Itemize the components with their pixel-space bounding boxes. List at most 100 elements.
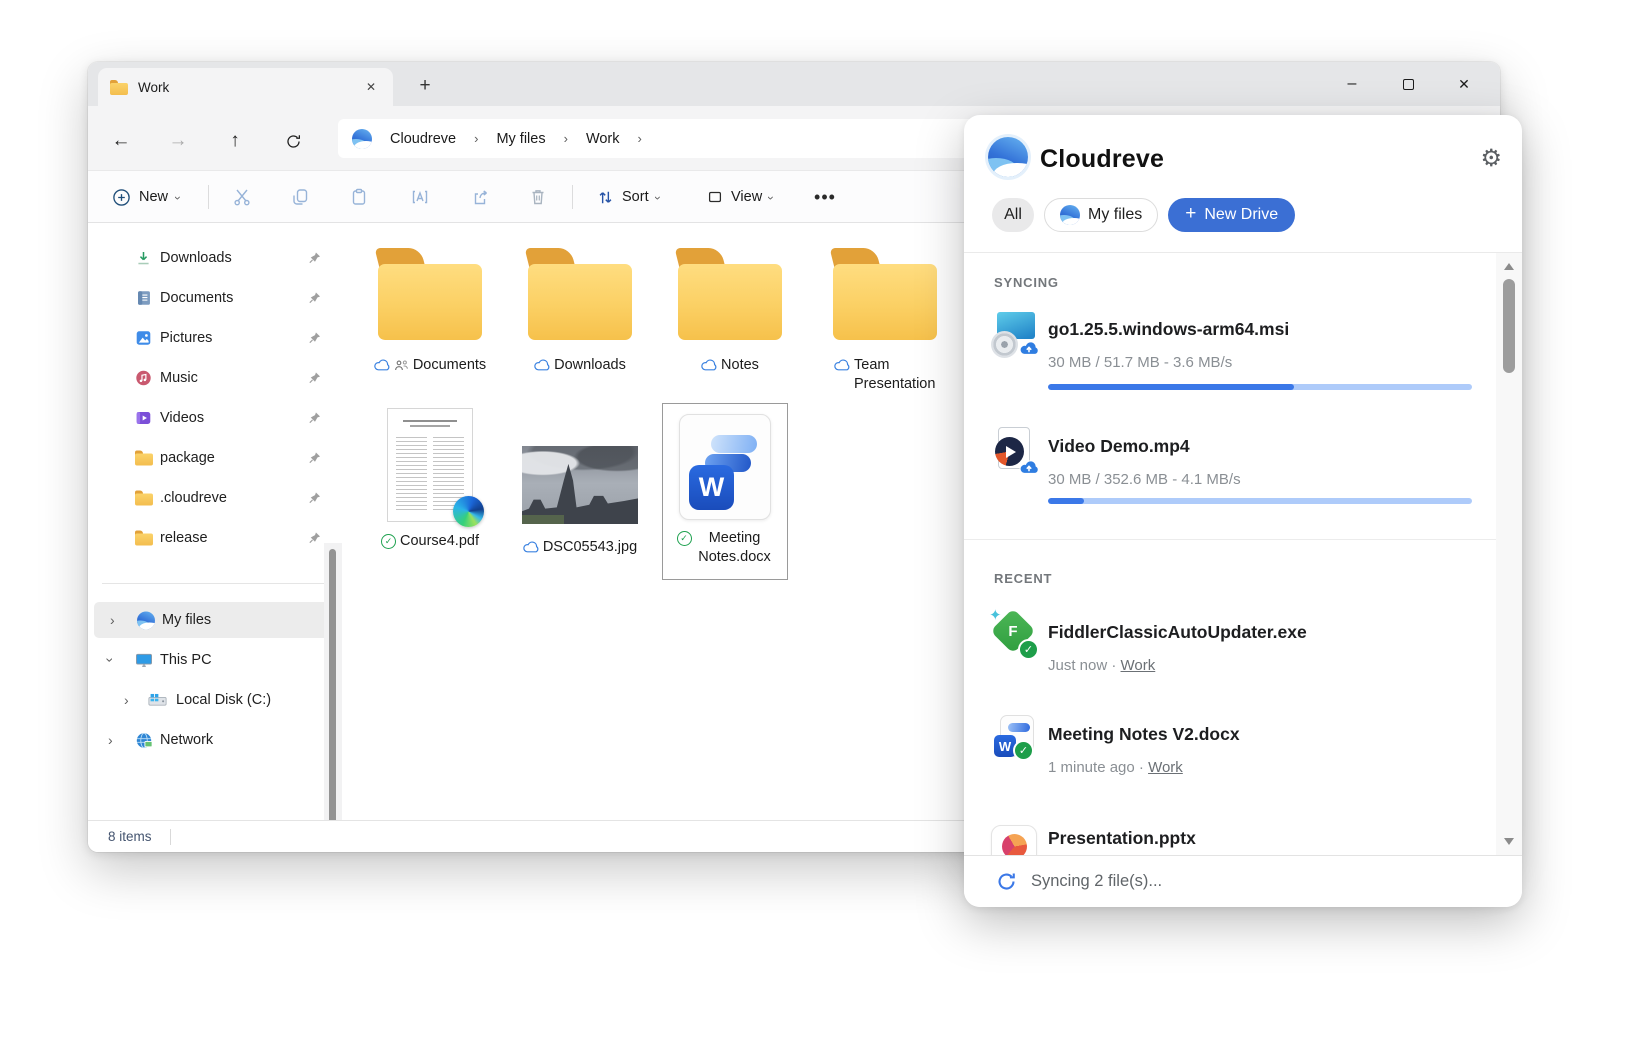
sidebar-item-documents[interactable]: Documents — [88, 278, 362, 318]
delete-button[interactable] — [518, 171, 558, 223]
filter-chips: All My files + New Drive — [992, 198, 1295, 232]
sidebar-item-music[interactable]: Music — [88, 358, 362, 398]
close-button[interactable]: ✕ — [1436, 62, 1492, 106]
chevron-right-icon[interactable]: › — [110, 612, 115, 628]
cut-button[interactable] — [222, 171, 262, 223]
folder-tile-downloads[interactable]: Downloads — [505, 248, 655, 375]
share-icon — [470, 187, 490, 207]
powerpoint-icon — [991, 825, 1037, 855]
footer-status-text: Syncing 2 file(s)... — [1031, 872, 1162, 891]
folder-tile-team-presentation[interactable]: Team Presentation — [810, 248, 960, 394]
scroll-up-arrow[interactable] — [1504, 263, 1514, 270]
sidebar-item-videos[interactable]: Videos — [88, 398, 362, 438]
network-icon — [134, 731, 153, 750]
section-divider — [964, 539, 1498, 540]
back-button[interactable]: ← — [104, 126, 138, 156]
synced-check-badge: ✓ — [1018, 639, 1039, 660]
folder-name: Documents — [413, 356, 486, 375]
filter-all-chip[interactable]: All — [992, 198, 1034, 232]
sidebar-item-my-files[interactable]: › My files — [88, 600, 362, 640]
sidebar-item-pictures[interactable]: Pictures — [88, 318, 362, 358]
folder-icon — [110, 80, 128, 95]
edge-browser-icon — [453, 496, 484, 527]
sidebar-item-network[interactable]: › Network — [88, 720, 362, 760]
chevron-down-icon[interactable]: › — [102, 658, 118, 663]
forward-button[interactable]: → — [161, 126, 195, 156]
sidebar-item-this-pc[interactable]: › This PC — [88, 640, 362, 680]
share-button[interactable] — [460, 171, 500, 223]
sidebar-item-cloudreve-folder[interactable]: .cloudreve — [88, 478, 362, 518]
breadcrumb-my-files[interactable]: My files — [490, 128, 551, 150]
new-button-label: New — [139, 189, 168, 205]
maximize-button[interactable] — [1380, 62, 1436, 106]
progress-bar-fill — [1048, 498, 1084, 504]
panel-scrollbar-thumb[interactable] — [1503, 279, 1515, 373]
sidebar-item-local-disk-c[interactable]: › Local Disk (C:) — [88, 680, 362, 720]
recent-item-location-link[interactable]: Work — [1121, 657, 1156, 674]
file-tile-course4-pdf[interactable]: ✓ Course4.pdf — [355, 393, 505, 551]
recent-item-location-link[interactable]: Work — [1148, 759, 1183, 776]
pin-icon — [308, 452, 321, 465]
chevron-right-icon[interactable]: › — [108, 732, 113, 748]
up-button[interactable]: ↑ — [218, 126, 252, 156]
cut-icon — [232, 187, 252, 207]
cloud-upload-badge — [1018, 456, 1040, 478]
view-button[interactable]: View › — [696, 171, 783, 223]
folder-name: Notes — [721, 356, 759, 375]
sidebar-scrollbar[interactable] — [324, 543, 342, 852]
paste-button[interactable] — [339, 171, 379, 223]
sync-item-progress-text: 30 MB / 51.7 MB - 3.6 MB/s — [1048, 354, 1232, 371]
plus-icon: + — [1185, 203, 1196, 225]
folder-tile-notes[interactable]: Notes — [655, 248, 805, 375]
pin-icon — [308, 332, 321, 345]
syncing-heading: SYNCING — [994, 275, 1059, 290]
tab-strip: Work ✕ + – ✕ — [88, 62, 1500, 106]
cloudreve-drive-icon — [352, 129, 372, 149]
navigation-pane: Downloads Documents Pictures — [88, 223, 362, 820]
copy-button[interactable] — [280, 171, 320, 223]
sort-button[interactable]: Sort › — [586, 171, 670, 223]
minimize-button[interactable]: – — [1324, 62, 1380, 106]
word-document-icon: W — [679, 414, 771, 520]
sidebar-item-package[interactable]: package — [88, 438, 362, 478]
file-name: DSC05543.jpg — [543, 538, 637, 557]
video-file-icon — [990, 426, 1038, 476]
breadcrumb-cloudreve[interactable]: Cloudreve — [384, 128, 462, 150]
more-options-button[interactable]: ••• — [807, 171, 843, 223]
panel-scrollbar[interactable] — [1496, 253, 1522, 855]
sidebar-item-release[interactable]: release — [88, 518, 362, 558]
pin-icon — [308, 252, 321, 265]
filter-my-files-chip[interactable]: My files — [1044, 198, 1158, 232]
window-controls: – ✕ — [1324, 62, 1492, 106]
folder-name: Downloads — [554, 356, 626, 375]
cloud-upload-badge — [1018, 337, 1040, 359]
synced-check-badge: ✓ — [1013, 740, 1034, 761]
rename-button[interactable] — [400, 171, 440, 223]
file-tile-meeting-notes-docx[interactable]: W ✓ Meeting Notes.docx — [650, 403, 800, 567]
recent-item-time: 1 minute ago · — [1048, 759, 1148, 776]
new-drive-button[interactable]: + New Drive — [1168, 198, 1295, 232]
tab-work[interactable]: Work ✕ — [98, 68, 393, 106]
sidebar-label: package — [160, 450, 215, 466]
pictures-icon — [134, 329, 153, 348]
tab-close-icon[interactable]: ✕ — [361, 78, 381, 96]
scroll-down-arrow[interactable] — [1504, 838, 1514, 845]
file-name: Meeting Notes.docx — [696, 529, 774, 567]
recent-item-meta: 1 minute ago · Work — [1048, 759, 1183, 776]
breadcrumb-work[interactable]: Work — [580, 128, 626, 150]
pin-icon — [308, 372, 321, 385]
new-button[interactable]: New › — [102, 171, 190, 223]
cloud-status-icon — [834, 359, 850, 371]
refresh-button[interactable] — [276, 126, 310, 156]
toolbar-divider — [572, 185, 573, 209]
file-tile-dsc05543-jpg[interactable]: DSC05543.jpg — [505, 393, 655, 557]
settings-gear-icon[interactable]: ⚙ — [1480, 147, 1502, 171]
sidebar-item-downloads[interactable]: Downloads — [88, 238, 362, 278]
chevron-right-icon[interactable]: › — [124, 692, 129, 708]
sidebar-scrollbar-thumb[interactable] — [329, 549, 336, 852]
pdf-thumbnail — [387, 408, 473, 522]
sidebar-label: Music — [160, 370, 198, 386]
new-tab-button[interactable]: + — [410, 72, 440, 100]
folder-tile-documents[interactable]: Documents — [355, 248, 505, 375]
recent-item-meta: Just now · Work — [1048, 657, 1155, 674]
